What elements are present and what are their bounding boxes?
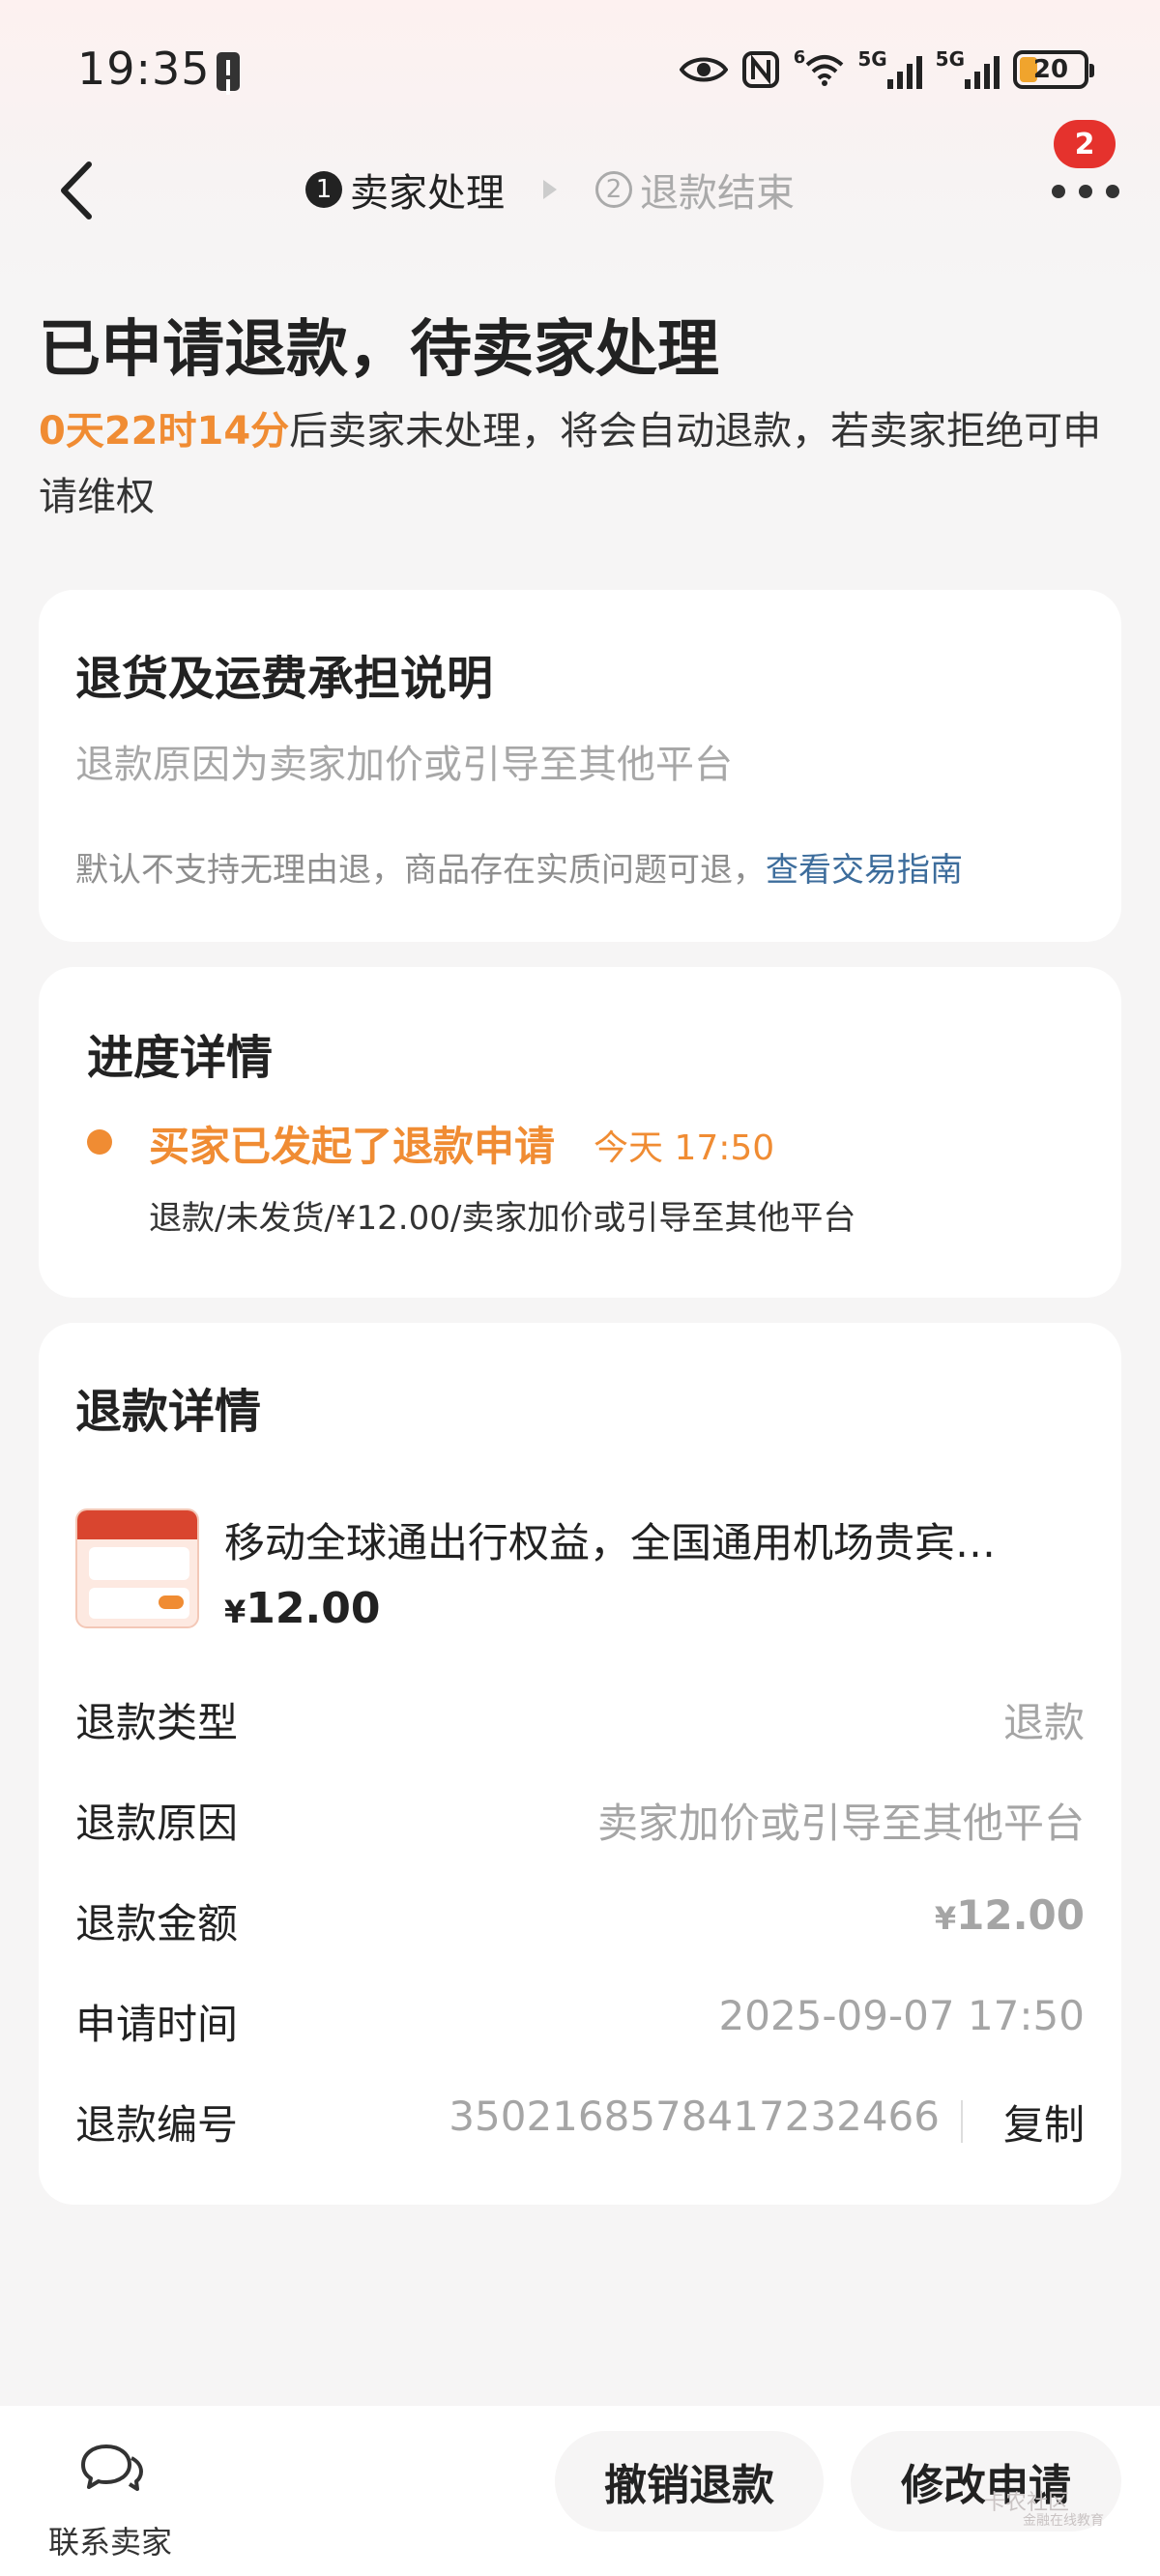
policy-title: 退货及运费承担说明 (75, 652, 494, 706)
product-name[interactable]: 移动全球通出行权益，全国通用机场贵宾… (224, 1510, 1094, 1569)
progress-event-time: 今天 17:50 (594, 1128, 775, 1168)
product-price-currency: ¥ (224, 1594, 246, 1630)
chevron-left-icon (61, 161, 92, 220)
cancel-refund-button[interactable]: 撤销退款 (555, 2431, 824, 2532)
chat-bubble-icon (81, 2444, 143, 2491)
watermark-subtext: 金融在线教育 (1023, 2513, 1104, 2529)
signal-icon-1: 5G (857, 47, 922, 92)
refund-amount-label: 退款金额 (75, 1900, 239, 1947)
more-dot-icon (1079, 185, 1092, 198)
refund-amount-value: ¥12.00 (935, 1891, 1085, 1939)
copy-divider (961, 2100, 963, 2143)
eye-icon (679, 47, 728, 92)
contact-seller-button[interactable]: 联系卖家 (43, 2441, 178, 2561)
refund-number-label: 退款编号 (75, 2101, 239, 2149)
step-label-2: 退款结束 (640, 171, 795, 216)
network-label-1: 5G (857, 47, 887, 71)
step-seller-processing: 1 卖家处理 (305, 161, 505, 218)
copy-button[interactable]: 复制 (1003, 2093, 1085, 2152)
status-bar: 19:35 6 5G 5G 20 (0, 0, 1160, 145)
more-dot-icon (1052, 185, 1065, 198)
battery-icon: 20 (1013, 50, 1094, 89)
status-time: 19:35 (77, 43, 211, 95)
nfc-icon (741, 47, 780, 92)
page-title: 已申请退款，待卖家处理 (39, 314, 719, 386)
battery-level: 20 (1032, 55, 1069, 84)
wifi-icon: 6 (794, 47, 845, 92)
product-price-value: 12.00 (246, 1584, 381, 1633)
policy-note: 默认不支持无理由退，商品存在实质问题可退，查看交易指南 (75, 843, 963, 891)
signal-icon-2: 5G (936, 47, 1000, 92)
progress-card: 进度详情 买家已发起了退款申请 今天 17:50 退款/未发货/¥12.00/卖… (39, 967, 1121, 1298)
refund-stepper: 1 卖家处理 2 退款结束 (305, 161, 795, 219)
refund-type-value: 退款 (1002, 1699, 1085, 1746)
more-menu-button[interactable] (1052, 172, 1119, 211)
product-thumbnail[interactable] (75, 1508, 199, 1628)
refund-amount-currency: ¥ (934, 1900, 957, 1937)
step-number-1: 1 (305, 171, 342, 208)
step-refund-end: 2 退款结束 (595, 161, 795, 218)
refund-detail-title: 退款详情 (75, 1385, 262, 1439)
refund-type-row: 退款类型 退款 (75, 1690, 1085, 1748)
trade-guide-link[interactable]: 查看交易指南 (766, 851, 963, 890)
timeline-dot-icon (87, 1129, 112, 1155)
refund-number-row: 退款编号 3502168578417232466 复制 (75, 2093, 1085, 2151)
wifi-label: 6 (793, 47, 806, 68)
refund-type-label: 退款类型 (75, 1699, 239, 1746)
apply-time-value: 2025-09-07 17:50 (718, 1992, 1085, 2039)
product-price: ¥12.00 (224, 1584, 380, 1633)
countdown-notice: 0天22时14分后卖家未处理，将会自动退款，若卖家拒绝可申请维权 (39, 398, 1121, 530)
refund-amount-number: 12.00 (956, 1891, 1085, 1939)
back-button[interactable] (50, 157, 108, 224)
progress-event: 买家已发起了退款申请 (149, 1123, 556, 1170)
return-policy-card: 退货及运费承担说明 退款原因为卖家加价或引导至其他平台 默认不支持无理由退，商品… (39, 590, 1121, 942)
apply-time-label: 申请时间 (75, 2001, 239, 2048)
apply-time-row: 申请时间 2025-09-07 17:50 (75, 1992, 1085, 2050)
refund-reason-label: 退款原因 (75, 1800, 239, 1847)
refund-reason-row: 退款原因 卖家加价或引导至其他平台 (75, 1791, 1085, 1849)
step-number-2: 2 (595, 171, 632, 208)
progress-title: 进度详情 (87, 1031, 274, 1085)
more-dot-icon (1106, 185, 1119, 198)
step-label-1: 卖家处理 (350, 171, 505, 216)
step-separator-icon (543, 180, 557, 199)
countdown-time: 0天22时14分 (39, 409, 290, 454)
policy-note-text: 默认不支持无理由退，商品存在实质问题可退， (75, 851, 766, 890)
alert-icon (217, 52, 240, 91)
contact-seller-label: 联系卖家 (47, 2524, 172, 2561)
status-icons: 6 5G 5G 20 (679, 44, 1094, 95)
network-label-2: 5G (935, 47, 965, 71)
refund-detail-card: 退款详情 移动全球通出行权益，全国通用机场贵宾… ¥12.00 退款类型 退款 … (39, 1323, 1121, 2205)
notification-badge: 2 (1054, 120, 1116, 168)
refund-number-value: 3502168578417232466 (449, 2093, 940, 2140)
refund-amount-row: 退款金额 ¥12.00 (75, 1891, 1085, 1949)
progress-detail: 退款/未发货/¥12.00/卖家加价或引导至其他平台 (149, 1199, 856, 1238)
policy-reason: 退款原因为卖家加价或引导至其他平台 (75, 743, 733, 787)
refund-reason-value: 卖家加价或引导至其他平台 (596, 1800, 1085, 1847)
nav-bar: 1 卖家处理 2 退款结束 2 (0, 120, 1160, 232)
